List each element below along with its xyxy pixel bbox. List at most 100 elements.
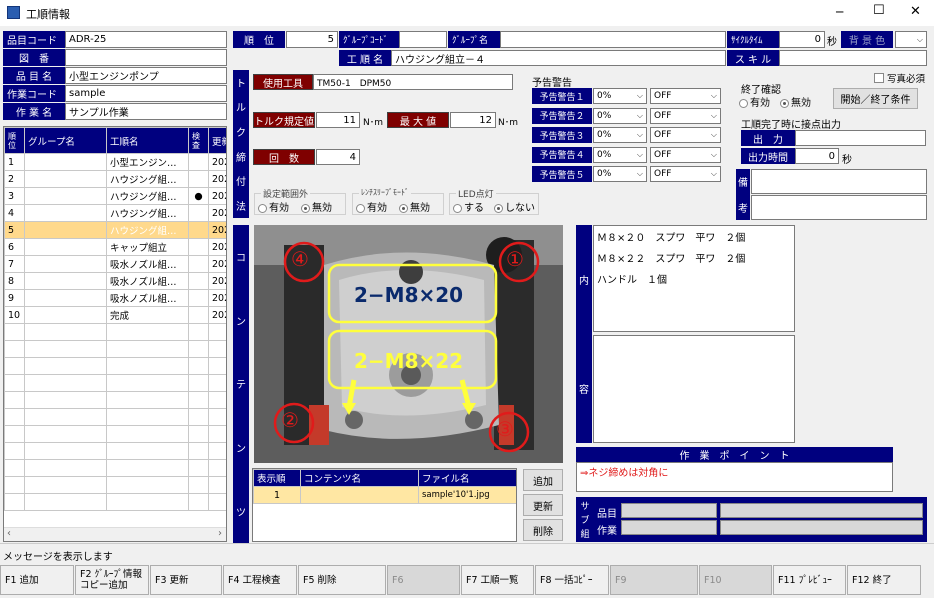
warn-pct-select-1[interactable]: 0% ⌵ — [593, 88, 647, 104]
warn-pct-select-4[interactable]: 0% ⌵ — [593, 146, 647, 163]
range-group: 設定範囲外 有効 無効 — [254, 187, 346, 215]
table-row[interactable]: 8 吸水ノズル組… 2022 — [4, 272, 226, 290]
wrench-on-radio[interactable]: 有効 — [356, 199, 387, 214]
warn-sw-select-3[interactable]: OFF ⌵ — [650, 127, 721, 143]
col-order[interactable]: 表示順 — [253, 469, 301, 487]
output-select[interactable] — [795, 130, 926, 146]
fkey-f1-button[interactable]: F1 追加 — [0, 565, 74, 595]
col-juni[interactable]: 順位 — [4, 127, 25, 154]
col-group[interactable]: グループ名 — [24, 127, 107, 154]
biko-field-2[interactable] — [751, 195, 927, 220]
wrench-off-radio[interactable]: 無効 — [399, 199, 430, 214]
col-kensa[interactable]: 検査 — [188, 127, 209, 154]
fkey-f6-button[interactable]: F6 — [387, 565, 460, 595]
cell-group — [24, 238, 107, 256]
fkey-f9-button[interactable]: F9 — [610, 565, 698, 595]
cycle-unit: 秒 — [827, 37, 837, 48]
sub-side-label: サ ブ 組 — [577, 498, 593, 541]
col-kojun[interactable]: 工順名 — [106, 127, 189, 154]
photo-checkbox[interactable]: 写真必須 — [874, 71, 925, 85]
biko-field-1[interactable] — [751, 169, 927, 194]
cell-group — [24, 221, 107, 239]
chevron-down-icon: ⌵ — [710, 91, 717, 100]
contents-update-button[interactable]: 更新 — [523, 494, 563, 516]
contents-table[interactable]: 表示順 コンテンツ名 ファイル名 1 sample'10'1.jpg — [252, 468, 517, 542]
table-row[interactable]: 10 完成 2022 — [4, 306, 226, 324]
hinmei-field[interactable]: 小型エンジンポンプ — [65, 67, 227, 84]
end-off-radio[interactable]: 無効 — [780, 94, 811, 109]
torque-side-label: トルク締付法 — [233, 70, 249, 218]
contents-add-button[interactable]: 追加 — [523, 469, 563, 491]
fkey-f10-button[interactable]: F10 — [699, 565, 772, 595]
hinmoku-code-field[interactable]: ADR-25 — [65, 31, 227, 48]
table-row[interactable]: 2 ハウジング組… 2022 — [4, 170, 226, 188]
sub-hinmoku-field2[interactable] — [720, 503, 923, 518]
col-file-name[interactable]: ファイル名 — [418, 469, 516, 487]
naiyo-text-1[interactable]: Ｍ８×２０ スプワ 平ワ ２個 Ｍ８×２２ スプワ 平ワ ２個 ハンドル １個 — [593, 225, 795, 332]
warn-pct-select-5[interactable]: 0% ⌵ — [593, 166, 647, 182]
warn-pct-select-3[interactable]: 0% ⌵ — [593, 127, 647, 143]
kojun-field[interactable]: ハウジング組立－４ — [391, 50, 726, 66]
led-on-radio[interactable]: する — [453, 199, 484, 214]
point-text[interactable]: ⇒ネジ締めは対角に — [576, 462, 893, 492]
maximize-button[interactable]: ☐ — [873, 3, 885, 18]
fkey-f11-button[interactable]: F11 ﾌﾟﾚﾋﾞｭｰ — [773, 565, 846, 595]
group-code-field[interactable] — [399, 31, 447, 48]
sub-sagyo-field2[interactable] — [720, 520, 923, 535]
warn-label-1: 予告警告１ — [532, 88, 592, 104]
fkey-f3-button[interactable]: F3 更新 — [150, 565, 222, 595]
table-row[interactable]: 1 sample'10'1.jpg — [253, 486, 516, 504]
minimize-button[interactable]: ─ — [836, 5, 843, 19]
table-row-empty — [4, 357, 226, 375]
warn-sw-select-4[interactable]: OFF ⌵ — [650, 146, 721, 163]
start-end-condition-button[interactable]: 開始／終了条件 — [833, 88, 918, 109]
warn-pct-select-2[interactable]: 0% ⌵ — [593, 107, 647, 124]
range-on-radio[interactable]: 有効 — [258, 199, 289, 214]
fkey-f12-button[interactable]: F12 終了 — [847, 565, 921, 595]
kojun-list[interactable]: 順位 グループ名 工順名 検査 更新 1小型エンジン…20222ハウジング組…2… — [3, 126, 227, 542]
table-row[interactable]: 5 ハウジング組… 2022 — [4, 221, 226, 239]
warn-sw-select-2[interactable]: OFF ⌵ — [650, 107, 721, 124]
count-field[interactable]: 4 — [316, 149, 360, 165]
table-row[interactable]: 3 ハウジング組…●2022 — [4, 187, 226, 205]
kitei-field[interactable]: 11 — [316, 112, 360, 128]
table-row[interactable]: 9 吸水ノズル組… 2022 — [4, 289, 226, 307]
table-row[interactable]: 6 キャップ組立 2022 — [4, 238, 226, 256]
skill-select[interactable] — [779, 50, 927, 66]
cell-juni: 6 — [4, 238, 25, 256]
tool-select[interactable]: TM50-1 DPM50 — [313, 74, 513, 90]
table-row[interactable]: 1 小型エンジン… 2022 — [4, 153, 226, 171]
cycle-field[interactable]: 0 — [779, 31, 825, 48]
col-koshin[interactable]: 更新 — [208, 127, 226, 154]
bg-color-select[interactable]: ⌵ — [895, 31, 927, 48]
table-row-empty — [4, 493, 226, 511]
sub-sagyo-field1[interactable] — [621, 520, 717, 535]
contents-delete-button[interactable]: 削除 — [523, 519, 563, 541]
juni-field[interactable]: 5 — [286, 31, 338, 48]
list-hscrollbar[interactable]: ‹ › — [4, 527, 226, 541]
naiyo-text-2[interactable] — [593, 335, 795, 443]
fkey-f8-button[interactable]: F8 一括ｺﾋﾟｰ — [535, 565, 609, 595]
sagyo-code-field[interactable]: sample — [65, 85, 227, 102]
fkey-f4-button[interactable]: F4 工程検査 — [223, 565, 297, 595]
fkey-f2-button[interactable]: F2 ｸﾞﾙｰﾌﾟ情報 コピー追加 — [75, 565, 149, 595]
zuban-field[interactable] — [65, 49, 227, 66]
end-on-radio[interactable]: 有効 — [739, 94, 770, 109]
sagyo-name-field[interactable]: サンプル作業 — [65, 103, 227, 120]
led-off-radio[interactable]: しない — [494, 199, 535, 214]
sub-hinmoku-field1[interactable] — [621, 503, 717, 518]
table-row[interactable]: 4 ハウジング組… 2022 — [4, 204, 226, 222]
warn-sw-select-5[interactable]: OFF ⌵ — [650, 166, 721, 182]
warn-sw-select-1[interactable]: OFF ⌵ — [650, 88, 721, 104]
max-field[interactable]: 12 — [450, 112, 496, 128]
range-off-radio[interactable]: 無効 — [301, 199, 332, 214]
close-button[interactable]: ✕ — [910, 4, 921, 19]
out-time-field[interactable]: 0 — [795, 148, 839, 164]
torque-side-char: 締 — [236, 152, 246, 164]
fkey-f5-button[interactable]: F5 削除 — [298, 565, 386, 595]
table-row[interactable]: 7 吸水ノズル組… 2022 — [4, 255, 226, 273]
col-content-name[interactable]: コンテンツ名 — [300, 469, 419, 487]
group-name-field[interactable] — [500, 31, 726, 48]
fkey-f7-button[interactable]: F7 工順一覧 — [461, 565, 534, 595]
chevron-down-icon: ⌵ — [636, 149, 643, 159]
